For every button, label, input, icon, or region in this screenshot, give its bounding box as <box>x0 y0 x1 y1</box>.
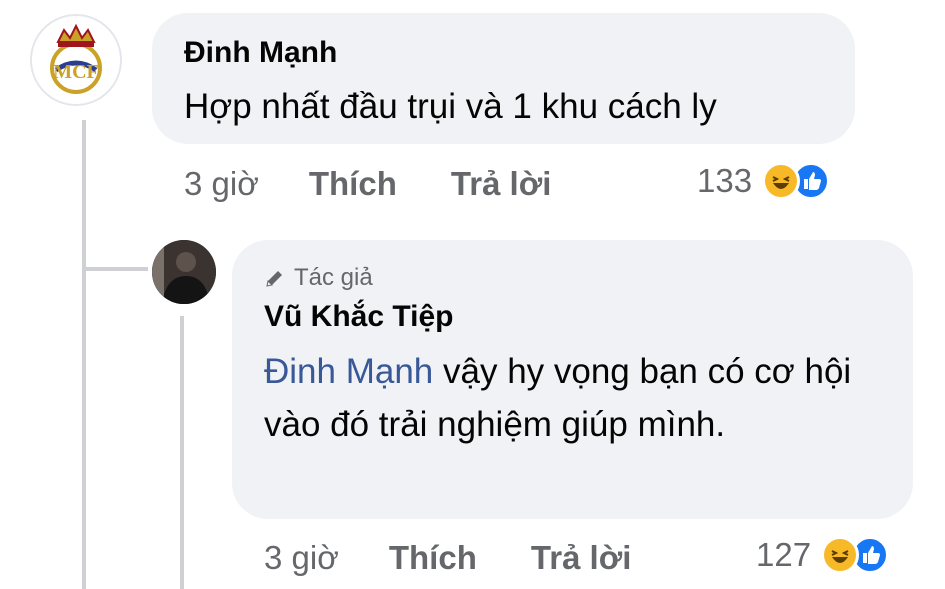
reaction-count: 133 <box>697 162 753 199</box>
reply-reply-button[interactable]: Trả lời <box>531 539 632 577</box>
reply-author[interactable]: Vũ Khắc Tiệp <box>264 300 454 334</box>
reply-like-button[interactable]: Thích <box>389 539 477 577</box>
reply-timestamp[interactable]: 3 giờ <box>264 539 339 577</box>
pencil-icon <box>266 271 282 287</box>
author-badge-label: Tác giả <box>294 264 373 291</box>
comment-actions: 3 giờ Thích Trả lời <box>184 165 551 203</box>
comment-author[interactable]: Đinh Mạnh <box>184 36 337 70</box>
like-button[interactable]: Thích <box>309 165 397 203</box>
comment-timestamp[interactable]: 3 giờ <box>184 165 259 203</box>
comment-text: Hợp nhất đầu trụi và 1 khu cách ly <box>184 87 717 126</box>
avatar[interactable]: MCF <box>30 14 122 106</box>
mention-link[interactable]: Đinh Mạnh <box>264 352 433 391</box>
reply-reaction-count: 127 <box>756 536 812 573</box>
profile-photo-icon <box>152 240 216 304</box>
reply-avatar[interactable] <box>152 240 216 304</box>
author-badge: Tác giả <box>264 264 373 292</box>
thread-connector <box>82 267 148 271</box>
reply-text: Đinh Mạnh vậy hy vọng bạn có cơ hội vào … <box>264 345 874 451</box>
reply-thread-line <box>180 316 184 589</box>
haha-icon <box>821 536 860 574</box>
reply-button[interactable]: Trả lời <box>451 165 552 203</box>
comment-reactions[interactable]: 133 <box>697 162 831 200</box>
reply-reactions[interactable]: 127 <box>756 536 890 574</box>
reply-actions: 3 giờ Thích Trả lời <box>264 539 631 577</box>
club-crest-icon: MCF <box>32 16 120 104</box>
haha-icon <box>762 162 801 200</box>
thread-line <box>82 120 86 589</box>
svg-text:MCF: MCF <box>53 61 99 83</box>
